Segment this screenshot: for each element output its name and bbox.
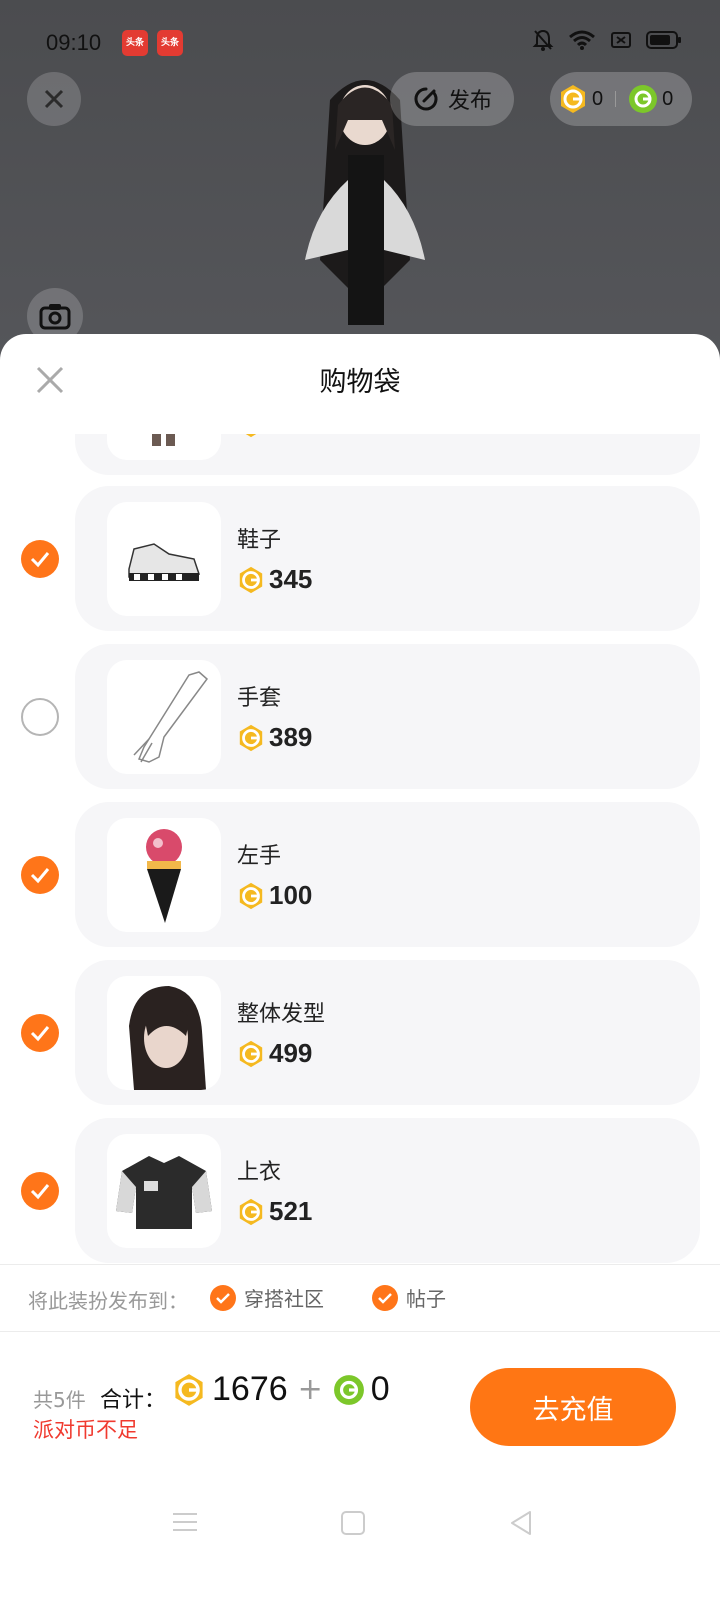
item-checkbox[interactable] — [21, 698, 59, 736]
item-price-value: 389 — [269, 722, 313, 752]
total-amount: 1676 + 0 — [172, 1370, 390, 1409]
item-price: 211 — [237, 434, 311, 439]
check-icon — [210, 1284, 236, 1311]
item-thumbnail — [107, 976, 221, 1090]
item-price-value: 345 — [269, 564, 313, 594]
item-checkbox[interactable] — [21, 1014, 59, 1052]
item-price-value: 211 — [269, 434, 311, 439]
gold-total: 1676 — [212, 1370, 288, 1408]
checkout-footer: 共5件 合计： 1676 + 0 派对币不足 去充值 — [0, 1334, 720, 1474]
item-price: 521 — [237, 1196, 312, 1227]
publish-option-outfit-community[interactable]: 穿搭社区 — [210, 1283, 324, 1312]
item-thumbnail — [107, 660, 221, 774]
system-nav-bar — [0, 1484, 720, 1564]
item-checkbox[interactable] — [21, 856, 59, 894]
cart-item[interactable]: 手套 389 — [75, 644, 700, 789]
item-price-value: 100 — [269, 880, 313, 910]
item-thumbnail — [107, 502, 221, 616]
sneaker-icon — [128, 543, 201, 581]
menu-icon[interactable] — [172, 1510, 198, 1534]
toutiao-badge-icon: 头条 — [157, 30, 183, 56]
cart-item[interactable]: 上衣 521 — [75, 1118, 700, 1263]
plus-sign: + — [297, 1372, 323, 1407]
publish-option-label: 穿搭社区 — [244, 1287, 324, 1311]
total-label: 合计： — [100, 1388, 167, 1413]
status-time: 09:10 — [46, 30, 102, 55]
camera-icon — [39, 304, 71, 330]
cart-list[interactable]: 211 鞋子 — [0, 434, 720, 1274]
green-coin-icon — [629, 85, 658, 113]
item-price: 345 — [237, 564, 312, 595]
gold-coin-icon — [239, 724, 263, 751]
publish-destination-row: 将此装扮发布到： 穿搭社区 帖子 — [0, 1264, 720, 1332]
check-icon — [372, 1284, 398, 1311]
divider — [615, 91, 617, 107]
green-total: 0 — [370, 1370, 390, 1408]
item-name: 整体发型 — [237, 1002, 326, 1027]
pants-icon — [152, 434, 175, 446]
avatar-scene: 09:10 头条 头条 发布 0 0 — [0, 0, 720, 360]
ice-cream-icon — [146, 829, 182, 923]
back-icon[interactable] — [508, 1510, 534, 1536]
green-coin-icon — [333, 1374, 364, 1405]
item-name: 手套 — [237, 686, 282, 711]
item-thumbnail — [107, 1134, 221, 1248]
publish-option-post[interactable]: 帖子 — [372, 1283, 446, 1312]
sheet-title: 购物袋 — [319, 367, 401, 398]
glove-icon — [133, 671, 209, 763]
item-price: 100 — [237, 880, 312, 911]
item-checkbox[interactable] — [21, 1172, 59, 1210]
item-name: 鞋子 — [237, 528, 282, 553]
gold-coin-icon — [175, 1373, 203, 1406]
sheet-header: 购物袋 — [0, 334, 720, 434]
coin-balance[interactable]: 0 0 — [550, 72, 692, 126]
publish-icon — [414, 87, 438, 111]
publish-option-label: 帖子 — [406, 1287, 446, 1311]
item-thumbnail — [107, 434, 221, 460]
shopping-bag-sheet: 购物袋 211 — [0, 334, 720, 1600]
toutiao-badge-icon: 头条 — [122, 30, 148, 56]
gold-coin-icon — [239, 882, 263, 909]
gold-coin-icon — [561, 85, 585, 113]
jacket-icon — [116, 1156, 212, 1229]
item-price: 499 — [237, 1038, 312, 1069]
check-icon — [30, 1026, 50, 1042]
publish-destination-label: 将此装扮发布到： — [28, 1289, 188, 1313]
item-count: 共5件 — [33, 1388, 86, 1412]
home-icon[interactable] — [340, 1510, 366, 1536]
insufficient-balance-warning: 派对币不足 — [33, 1418, 138, 1442]
item-price-value: 521 — [269, 1196, 313, 1226]
hairstyle-icon — [129, 986, 206, 1090]
gold-coin-icon — [239, 1040, 263, 1067]
bell-off-icon — [532, 29, 554, 51]
check-icon — [30, 552, 50, 568]
green-coin-count: 0 — [662, 87, 674, 110]
wifi-icon — [569, 30, 595, 50]
cart-item-partial: 211 — [75, 434, 700, 475]
close-editor-button[interactable] — [27, 72, 81, 126]
cart-item[interactable]: 左手 100 — [75, 802, 700, 947]
gold-coin-count: 0 — [592, 87, 604, 110]
gold-coin-icon — [239, 1198, 263, 1225]
cart-item[interactable]: 整体发型 499 — [75, 960, 700, 1105]
item-thumbnail — [107, 818, 221, 932]
check-icon — [30, 1184, 50, 1200]
sim-off-icon — [611, 32, 631, 48]
battery-icon — [646, 31, 681, 49]
gold-coin-icon — [246, 434, 256, 437]
gold-coin-icon — [239, 566, 263, 593]
recharge-button[interactable]: 去充值 — [470, 1368, 676, 1446]
cart-item[interactable]: 鞋子 345 — [75, 486, 700, 631]
item-name: 左手 — [237, 844, 282, 869]
item-checkbox[interactable] — [21, 540, 59, 578]
item-price: 389 — [237, 722, 312, 753]
publish-button[interactable]: 发布 — [390, 72, 514, 126]
item-price-value: 499 — [269, 1038, 313, 1068]
item-name: 上衣 — [237, 1160, 282, 1185]
close-icon — [44, 89, 64, 109]
publish-label: 发布 — [447, 89, 492, 114]
check-icon — [30, 868, 50, 884]
